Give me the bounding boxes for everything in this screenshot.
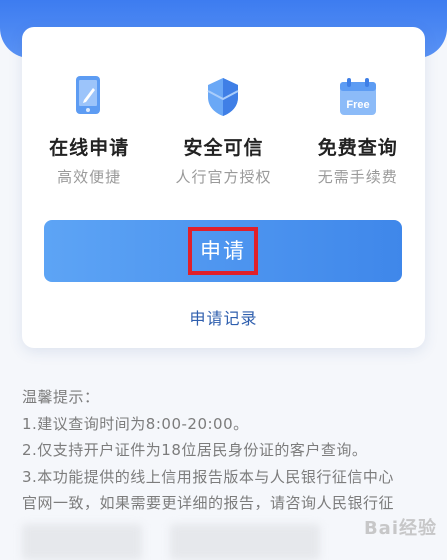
tips-section: 温馨提示： 1.建议查询时间为8:00-20:00。 2.仅支持开户证件为18位… xyxy=(22,384,442,517)
blurred-region xyxy=(22,524,142,560)
tip-item: 2.仅支持开户证件为18位居民身份证的客户查询。 xyxy=(22,441,368,459)
blurred-region xyxy=(170,524,320,560)
feature-online-apply: 在线申请 高效便捷 xyxy=(24,75,154,186)
credit-report-card: 在线申请 高效便捷 安全可信 人行官方授权 Free 免费查询 无需手续费 申请… xyxy=(22,27,425,348)
feature-title: 免费查询 xyxy=(317,137,398,159)
phone-edit-icon xyxy=(24,75,154,117)
application-records-link[interactable]: 申请记录 xyxy=(22,305,425,329)
feature-title: 安全可信 xyxy=(183,137,264,159)
feature-free-query: Free 免费查询 无需手续费 xyxy=(293,75,423,186)
tip-item: 官网一致，如果需要更详细的报告，请咨询人民银行征 xyxy=(22,494,395,512)
feature-list: 在线申请 高效便捷 安全可信 人行官方授权 Free 免费查询 无需手续费 xyxy=(22,75,425,186)
feature-title: 在线申请 xyxy=(49,137,130,159)
feature-subtitle: 无需手续费 xyxy=(317,168,398,186)
tips-heading: 温馨提示： xyxy=(22,388,100,406)
tip-item: 3.本功能提供的线上信用报告版本与人民银行征信中心 xyxy=(22,467,394,486)
watermark: Bai经验 xyxy=(363,518,437,539)
feature-secure: 安全可信 人行官方授权 xyxy=(158,75,288,186)
free-calendar-icon: Free xyxy=(293,75,423,117)
apply-button[interactable]: 申请 xyxy=(44,220,402,282)
tip-item: 1.建议查询时间为8:00-20:00。 xyxy=(22,414,249,433)
feature-subtitle: 人行官方授权 xyxy=(175,168,272,186)
free-icon-text: Free xyxy=(346,99,369,111)
feature-subtitle: 高效便捷 xyxy=(57,168,122,186)
shield-icon xyxy=(158,75,288,117)
apply-button-label: 申请 xyxy=(188,227,258,275)
